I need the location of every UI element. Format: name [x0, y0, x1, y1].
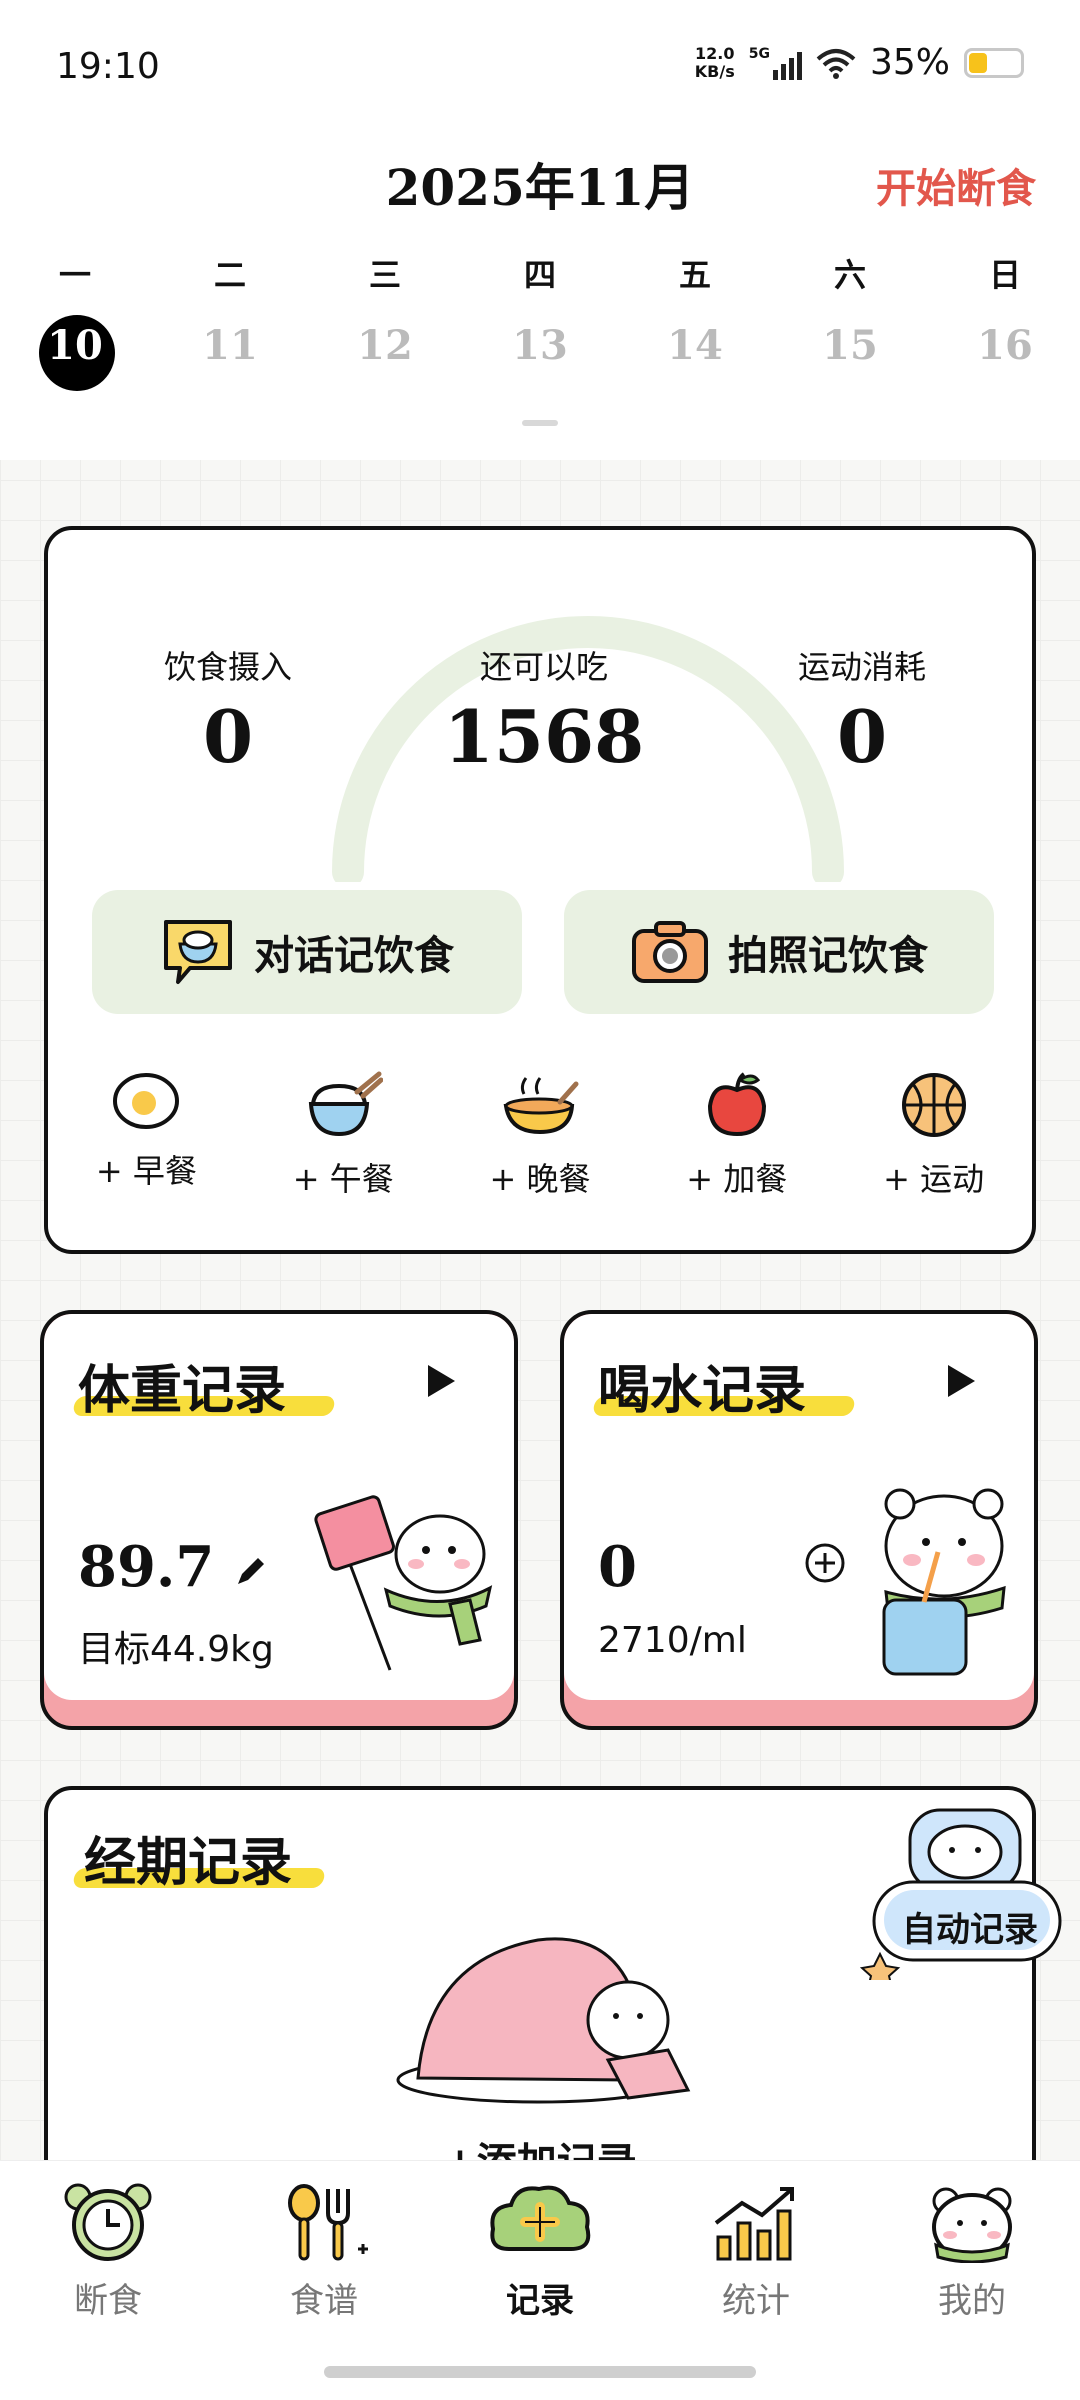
bear-face-icon	[932, 2187, 1012, 2263]
burn-stat: 运动消耗 0	[732, 642, 992, 779]
wifi-icon	[816, 48, 856, 79]
weekday-label: 六	[833, 256, 866, 294]
tab-stats-label: 统计	[722, 2281, 790, 2321]
robot-bear-icon	[860, 1808, 1062, 1980]
weight-target: 目标44.9kg	[78, 1629, 274, 1670]
weekday-label: 四	[523, 256, 556, 294]
chat-log-label: 对话记饮食	[254, 933, 454, 979]
soup-icon	[503, 1077, 579, 1135]
tab-record-label: 记录	[506, 2281, 574, 2321]
weight-value[interactable]: 89.7	[78, 1534, 268, 1600]
clock-icon	[64, 2183, 152, 2261]
tab-fasting[interactable]: 断食	[28, 2183, 188, 2322]
status-time: 19:10	[56, 46, 160, 87]
net-speed: 12.0 KB/s	[694, 43, 735, 81]
weight-title: 体重记录	[78, 1360, 287, 1421]
battery-icon	[964, 47, 1024, 78]
tab-stats[interactable]: 统计	[676, 2183, 836, 2322]
date-row: 10 11 12 13 14 15 16	[20, 322, 1060, 369]
intake-stat: 饮食摄入 0	[98, 642, 358, 779]
spoon-fork-icon	[288, 2184, 368, 2261]
water-title: 喝水记录	[598, 1360, 807, 1421]
add-exercise-button[interactable]: + 运动	[859, 1070, 1009, 1200]
water-value: 0	[598, 1534, 637, 1600]
tab-recipes-label: 食谱	[290, 2281, 358, 2321]
add-exercise-label: + 运动	[883, 1160, 985, 1198]
intake-card: 饮食摄入 0 还可以吃 1568 运动消耗 0 对话记饮食 拍照记饮食 + 早餐…	[44, 526, 1036, 1254]
add-water-icon[interactable]	[804, 1542, 846, 1584]
weight-card[interactable]: 体重记录 89.7 目标44.9kg	[40, 1310, 518, 1730]
auto-record-badge[interactable]: 自动记录	[860, 1790, 1070, 1980]
water-card[interactable]: 喝水记录 0 2710/ml	[560, 1310, 1038, 1730]
photo-log-button[interactable]: 拍照记饮食	[564, 890, 994, 1014]
period-title: 经期记录	[84, 1832, 293, 1893]
date-item[interactable]: 12	[330, 322, 440, 369]
intake-label: 饮食摄入	[163, 648, 292, 686]
basketball-icon	[901, 1073, 966, 1137]
add-breakfast-button[interactable]: + 早餐	[71, 1070, 221, 1200]
add-dinner-button[interactable]: + 晚餐	[465, 1070, 615, 1200]
date-item[interactable]: 13	[485, 322, 595, 369]
weekday-label: 五	[678, 256, 711, 294]
meal-buttons: + 早餐 + 午餐 + 晚餐 + 加餐 + 运动	[48, 1070, 1032, 1200]
apple-icon	[707, 1072, 766, 1137]
add-lunch-label: + 午餐	[292, 1160, 394, 1198]
add-cloud-icon	[490, 2185, 591, 2251]
date-item[interactable]: 16	[950, 322, 1060, 369]
date-item[interactable]: 15	[795, 322, 905, 369]
add-snack-button[interactable]: + 加餐	[662, 1070, 812, 1200]
bear-drink-illustration	[882, 1488, 1006, 1676]
remain-stat: 还可以吃 1568	[414, 642, 674, 779]
add-breakfast-label: + 早餐	[95, 1152, 197, 1190]
weekday-label: 日	[988, 256, 1021, 294]
intake-value: 0	[202, 694, 254, 779]
date-item[interactable]: 11	[175, 322, 285, 369]
weekday-label: 一	[58, 256, 91, 294]
tab-recipes[interactable]: 食谱	[244, 2183, 404, 2322]
photo-log-label: 拍照记饮食	[728, 933, 928, 979]
weekday-label: 三	[368, 256, 401, 294]
chat-log-button[interactable]: 对话记饮食	[92, 890, 522, 1014]
bear-blanket-illustration	[396, 1937, 691, 2104]
tab-me-label: 我的	[938, 2281, 1006, 2321]
start-fast-button[interactable]: 开始断食	[876, 156, 1036, 214]
add-dinner-label: + 晚餐	[489, 1160, 591, 1198]
date-item-selected[interactable]: 10	[20, 322, 130, 369]
chat-bowl-icon	[164, 920, 232, 984]
date-item[interactable]: 14	[640, 322, 750, 369]
bear-scale-illustration	[314, 1495, 493, 1671]
add-snack-label: + 加餐	[686, 1160, 788, 1198]
tab-me[interactable]: 我的	[892, 2183, 1052, 2322]
water-target: 2710/ml	[598, 1620, 747, 1661]
edit-pencil-icon[interactable]	[234, 1554, 268, 1588]
remain-label: 还可以吃	[479, 648, 608, 686]
battery-text: 35%	[869, 42, 950, 83]
camera-icon	[632, 921, 708, 983]
signal-icon: 5G	[749, 46, 802, 80]
add-lunch-button[interactable]: + 午餐	[268, 1070, 418, 1200]
status-bar-right: 12.0 KB/s 5G 35%	[695, 42, 1024, 83]
remain-value: 1568	[443, 694, 645, 779]
expand-handle[interactable]	[522, 420, 558, 426]
play-icon[interactable]	[424, 1362, 458, 1400]
burn-label: 运动消耗	[797, 648, 926, 686]
rice-bowl-icon	[309, 1071, 384, 1137]
tab-fasting-label: 断食	[74, 2281, 142, 2321]
bottom-nav: 断食 食谱 记录 统计 我的	[0, 2160, 1080, 2400]
play-icon[interactable]	[944, 1362, 978, 1400]
tab-record[interactable]: 记录	[460, 2183, 620, 2322]
burn-value: 0	[836, 694, 888, 779]
chart-icon	[714, 2187, 794, 2261]
weekday-row: 一 二 三 四 五 六 日	[20, 250, 1060, 296]
egg-icon	[113, 1073, 180, 1129]
weekday-label: 二	[213, 256, 246, 294]
home-indicator[interactable]	[324, 2366, 756, 2378]
auto-record-label: 自动记录	[902, 1910, 1038, 1950]
